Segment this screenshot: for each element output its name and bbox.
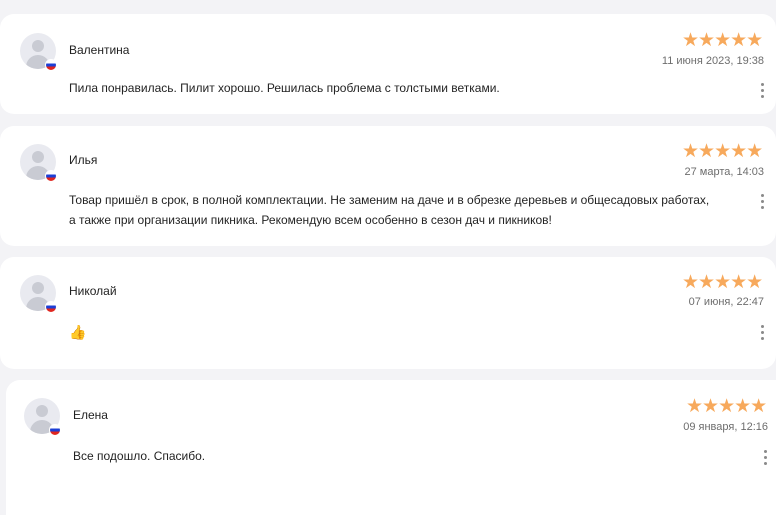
review-card: Илья ★★★★★ 27 марта, 14:03 Товар пришёл … [0, 126, 776, 246]
review-date: 27 марта, 14:03 [684, 166, 764, 178]
russia-flag-icon [49, 424, 61, 436]
rating-stars: ★★★★★ [682, 30, 763, 51]
review-text: Товар пришёл в срок, в полной комплектац… [69, 193, 710, 227]
more-vertical-icon[interactable] [761, 194, 765, 210]
more-vertical-icon[interactable] [764, 450, 768, 466]
rating-stars: ★★★★★ [682, 272, 763, 293]
review-text: Все подошло. Спасибо. [73, 449, 206, 463]
rating-stars: ★★★★★ [682, 141, 763, 162]
reviews-list: Валентина ★★★★★ 11 июня 2023, 19:38 Пила… [0, 0, 776, 515]
russia-flag-icon [45, 59, 57, 71]
rating-stars: ★★★★★ [686, 396, 767, 417]
review-author: Николай [69, 284, 117, 298]
more-vertical-icon[interactable] [761, 325, 765, 341]
thumbs-up-emoji: 👍 [69, 324, 87, 340]
review-author: Елена [73, 408, 108, 422]
review-author: Илья [69, 153, 98, 167]
review-date: 07 июня, 22:47 [688, 296, 764, 308]
review-card: Елена ★★★★★ 09 января, 12:16 Все подошло… [6, 380, 776, 515]
review-card: Николай ★★★★★ 07 июня, 22:47 👍 [0, 257, 776, 369]
russia-flag-icon [45, 301, 57, 313]
review-date: 11 июня 2023, 19:38 [661, 55, 764, 67]
more-vertical-icon[interactable] [761, 83, 765, 99]
review-card: Валентина ★★★★★ 11 июня 2023, 19:38 Пила… [0, 14, 776, 114]
review-date: 09 января, 12:16 [683, 421, 768, 433]
russia-flag-icon [45, 170, 57, 182]
review-author: Валентина [69, 43, 130, 57]
review-text: Пила понравилась. Пилит хорошо. Решилась… [69, 81, 500, 95]
